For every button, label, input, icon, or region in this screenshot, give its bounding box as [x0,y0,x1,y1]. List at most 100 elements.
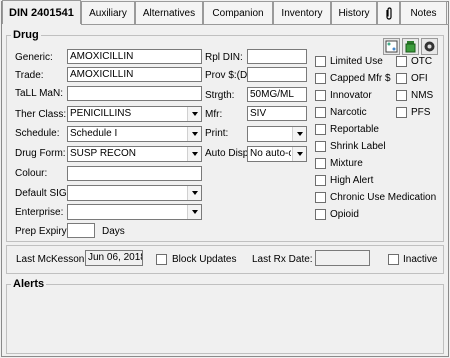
otc-label: OTC [411,56,433,67]
alerts-group [6,284,444,354]
drug-form-value: SUSP RECON [70,148,136,159]
auto-disp-select[interactable]: No auto-c [247,146,307,162]
tab-companion-label: Companion [212,7,264,19]
generic-field[interactable]: AMOXICILLIN [67,49,202,64]
chronic-use-label: Chronic Use Medication [330,192,437,203]
capped-mfr-checkbox[interactable] [315,73,326,84]
strength-label: Strgth: [205,90,235,101]
schedule-select[interactable]: Schedule I [67,126,202,142]
tab-companion[interactable]: Companion [203,1,273,24]
narcotic-checkbox[interactable] [315,107,326,118]
print-select[interactable] [247,126,307,142]
generic-label: Generic: [15,52,53,63]
capped-mfr-label: Capped Mfr $ [330,73,391,84]
ofi-checkbox[interactable] [396,73,407,84]
limited-use-label: Limited Use [330,56,383,67]
rpl-din-label: Rpl DIN: [205,52,243,63]
ther-class-value: PENICILLINS [70,108,132,119]
rpl-din-field[interactable] [247,49,307,64]
reportable-label: Reportable [330,124,379,135]
tab-alternatives[interactable]: Alternatives [135,1,203,24]
default-sig-label: Default SIG [15,188,67,199]
auto-disp-label: Auto Disp: [205,148,252,159]
default-sig-select[interactable] [67,185,202,201]
reportable-checkbox[interactable] [315,124,326,135]
enterprise-select[interactable] [67,204,202,220]
last-mckesson-field: Jun 06, 2018 [85,250,143,266]
prep-expiry-field[interactable] [67,223,95,238]
alerts-title: Alerts [11,278,47,290]
block-updates-label: Block Updates [172,254,237,265]
colour-field[interactable] [67,166,202,181]
tab-auxiliary-label: Auxiliary [89,7,127,19]
chevron-down-icon[interactable] [292,127,306,141]
high-alert-checkbox[interactable] [315,175,326,186]
tab-din[interactable]: DIN 2401541 [2,0,81,24]
chevron-down-icon[interactable] [187,147,201,161]
tab-history-label: History [338,7,370,19]
settings-button[interactable] [421,38,438,55]
innovator-checkbox[interactable] [315,90,326,101]
drug-form-select[interactable]: SUSP RECON [67,146,202,162]
last-rx-date-label: Last Rx Date: [252,254,313,265]
inactive-checkbox[interactable] [388,254,399,265]
mfr-field[interactable]: SIV [247,106,307,121]
enterprise-label: Enterprise: [15,207,64,218]
high-alert-label: High Alert [330,175,374,186]
pill-bottle-button[interactable] [402,38,419,55]
last-mckesson-label: Last McKesson: [16,254,88,265]
nms-checkbox[interactable] [396,90,407,101]
narcotic-label: Narcotic [330,107,367,118]
tablet-image-icon [385,40,398,53]
tab-notes[interactable]: Notes [400,1,447,24]
shrink-label-checkbox[interactable] [315,141,326,152]
innovator-label: Innovator [330,90,372,101]
auto-disp-value: No auto-c [250,148,291,159]
tab-attachments[interactable] [377,1,400,24]
block-updates-checkbox[interactable] [156,254,167,265]
colour-label: Colour: [15,168,48,179]
prep-expiry-unit: Days [102,226,125,237]
ther-class-label: Ther Class: [15,109,67,120]
nms-label: NMS [411,90,434,101]
prov-label: Prov $:(D) [205,70,251,81]
chevron-down-icon[interactable] [187,107,201,121]
trade-field[interactable]: AMOXICILLIN [67,67,202,82]
ofi-label: OFI [411,73,428,84]
print-label: Print: [205,128,229,139]
chronic-use-checkbox[interactable] [315,192,326,203]
tall-man-label: TaLL MaN: [15,88,63,99]
tall-man-field[interactable] [67,86,202,101]
ther-class-select[interactable]: PENICILLINS [67,106,202,122]
tab-auxiliary[interactable]: Auxiliary [81,1,135,24]
pfs-checkbox[interactable] [396,107,407,118]
chevron-down-icon[interactable] [187,205,201,219]
tab-inventory-label: Inventory [281,7,323,19]
pill-bottle-icon [405,41,416,53]
chevron-down-icon[interactable] [187,186,201,200]
tablet-image-button[interactable] [383,38,400,55]
paperclip-icon [385,6,392,20]
mfr-label: Mfr: [205,109,223,120]
otc-checkbox[interactable] [396,56,407,67]
tab-strip-line [81,24,449,25]
chevron-down-icon[interactable] [187,127,201,141]
inactive-label: Inactive [403,254,438,265]
strength-field[interactable]: 50MG/ML [247,87,307,102]
limited-use-checkbox[interactable] [315,56,326,67]
chevron-down-icon[interactable] [292,147,306,161]
drug-group-title: Drug [11,29,41,41]
tab-alternatives-label: Alternatives [142,7,196,19]
tab-notes-label: Notes [410,7,437,19]
schedule-label: Schedule: [15,128,60,139]
tab-inventory[interactable]: Inventory [273,1,331,24]
prep-expiry-label: Prep Expiry: [15,226,70,237]
schedule-value: Schedule I [70,128,118,139]
mixture-checkbox[interactable] [315,158,326,169]
pfs-label: PFS [411,107,431,118]
prov-field[interactable] [247,67,307,82]
tab-history[interactable]: History [331,1,377,24]
opioid-checkbox[interactable] [315,209,326,220]
drug-form-label: Drug Form: [15,148,66,159]
mixture-label: Mixture [330,158,363,169]
